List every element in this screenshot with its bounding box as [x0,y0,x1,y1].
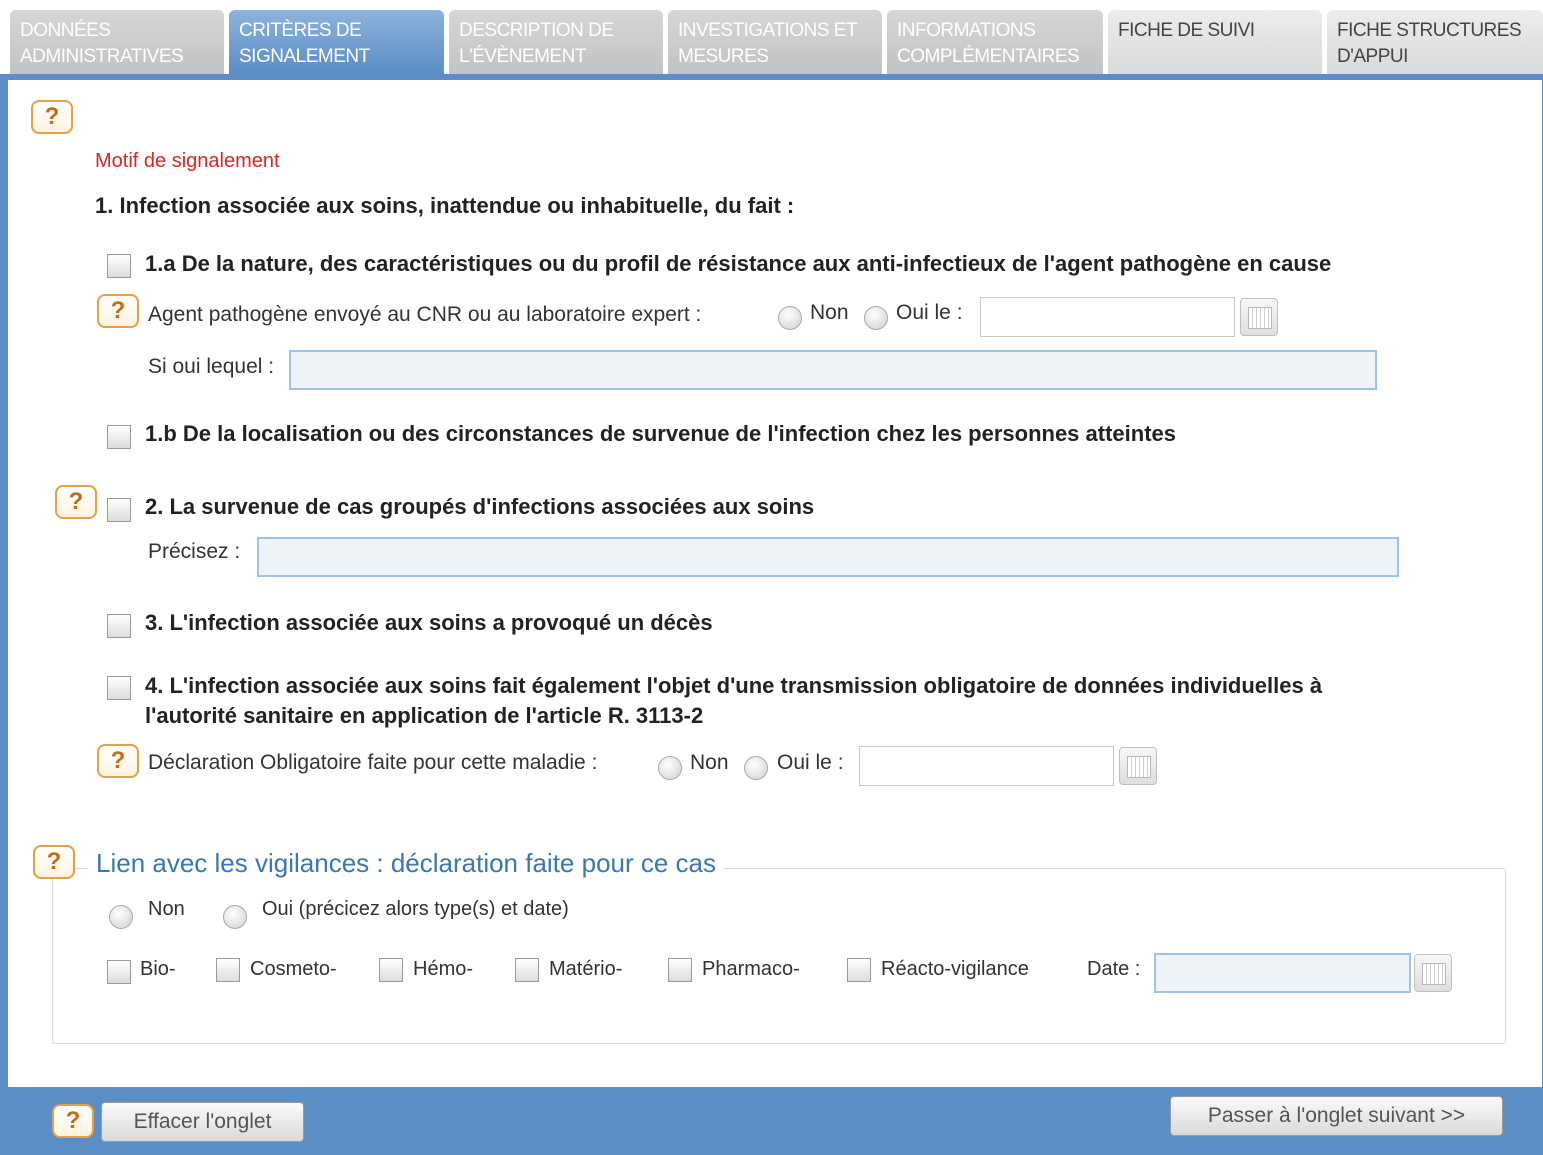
help-button-footer[interactable]: ? [52,1104,94,1138]
agent-oui-radio[interactable] [864,306,888,330]
calendar-icon[interactable] [1119,747,1157,785]
tab-line2: ADMINISTRATIVES [20,46,184,67]
question-1b-label: 1.b De la localisation ou des circonstan… [145,421,1177,446]
tab-line2: COMPLÉMENTAIRES [897,46,1080,67]
calendar-icon[interactable] [1414,954,1452,992]
calendar-icon[interactable] [1240,298,1278,336]
tab-line1: INVESTIGATIONS ET [678,20,858,41]
checkbox-q3[interactable] [107,614,131,638]
tab-line1: FICHE STRUCTURES [1337,20,1522,41]
agent-date-input[interactable] [980,297,1235,337]
do-oui-label: Oui le : [777,751,844,774]
tab-line2: L'ÉVÈNEMENT [459,46,586,67]
tab-description-evenement[interactable]: DESCRIPTION DE L'ÉVÈNEMENT [449,10,663,74]
vigilance-non-radio[interactable] [109,905,133,929]
tab-line1: INFORMATIONS [897,20,1036,41]
tab-fiche-structures-appui[interactable]: FICHE STRUCTURES D'APPUI [1327,10,1543,74]
checkbox-materio[interactable] [515,958,539,982]
agent-non-radio[interactable] [778,306,802,330]
tab-line1: CRITÈRES DE [239,20,362,41]
checkbox-reacto[interactable] [847,958,871,982]
do-label: Déclaration Obligatoire faite pour cette… [148,751,598,774]
type-reacto-label: Réacto-vigilance [881,958,1029,980]
help-button-vigilances[interactable]: ? [33,845,75,879]
next-tab-button[interactable]: Passer à l'onglet suivant >> [1170,1096,1503,1136]
help-button-q2[interactable]: ? [55,485,97,519]
type-hemo-label: Hémo- [413,958,474,980]
precisez-label: Précisez : [148,540,241,563]
type-materio-label: Matério- [549,958,623,980]
do-oui-radio[interactable] [744,756,768,780]
checkbox-hemo[interactable] [379,958,403,982]
clear-tab-button[interactable]: Effacer l'onglet [101,1102,304,1142]
tab-line2: D'APPUI [1337,46,1408,67]
checkbox-q4[interactable] [107,676,131,700]
agent-label: Agent pathogène envoyé au CNR ou au labo… [148,303,702,326]
do-date-input[interactable] [859,746,1114,786]
question-4-line1: 4. L'infection associée aux soins fait é… [145,673,1323,698]
question-2-label: 2. La survenue de cas groupés d'infectio… [145,494,815,519]
tab-line2: SIGNALEMENT [239,46,370,67]
question-1-title: 1. Infection associée aux soins, inatten… [95,193,795,218]
tab-donnees-administratives[interactable]: DONNÉES ADMINISTRATIVES [10,10,224,74]
tab-criteres-de-signalement[interactable]: CRITÈRES DE SIGNALEMENT [229,10,444,74]
question-1a-label: 1.a De la nature, des caractéristiques o… [145,251,1332,276]
type-bio-label: Bio- [140,958,176,980]
tab-investigations-mesures[interactable]: INVESTIGATIONS ET MESURES [668,10,882,74]
type-pharmaco-label: Pharmaco- [702,958,800,980]
help-button-do[interactable]: ? [97,744,139,778]
tab-fiche-de-suivi[interactable]: FICHE DE SUIVI [1108,10,1322,74]
tab-bar: DONNÉES ADMINISTRATIVES CRITÈRES DE SIGN… [0,0,1543,80]
vigilance-oui-radio[interactable] [223,905,247,929]
question-3-label: 3. L'infection associée aux soins a prov… [145,610,713,635]
si-oui-label: Si oui lequel : [148,355,275,378]
motif-label: Motif de signalement [95,150,280,172]
checkbox-cosmeto[interactable] [216,958,240,982]
tab-line2: MESURES [678,46,769,67]
checkbox-1b[interactable] [107,425,131,449]
help-button-page[interactable]: ? [31,100,73,134]
tab-line1: FICHE DE SUIVI [1118,20,1255,41]
do-non-label: Non [690,751,729,774]
tab-line1: DESCRIPTION DE [459,20,614,41]
vigilances-title: Lien avec les vigilances : déclaration f… [88,848,725,879]
si-oui-lequel-input[interactable] [289,350,1377,390]
type-cosmeto-label: Cosmeto- [250,958,337,980]
checkbox-q2[interactable] [107,498,131,522]
tab-line1: DONNÉES [20,20,111,41]
agent-non-label: Non [810,301,849,324]
checkbox-bio[interactable] [107,960,131,984]
do-non-radio[interactable] [658,756,682,780]
help-button-agent[interactable]: ? [97,294,139,328]
precisez-input[interactable] [257,537,1399,577]
question-4-line2: l'autorité sanitaire en application de l… [145,703,704,728]
vigilance-oui-label: Oui (précicez alors type(s) et date) [262,898,569,920]
agent-oui-label: Oui le : [896,301,963,324]
checkbox-1a[interactable] [107,254,131,278]
checkbox-pharmaco[interactable] [668,958,692,982]
vigilance-date-input[interactable] [1154,953,1411,993]
vigilance-non-label: Non [148,898,185,920]
vigilance-date-label: Date : [1087,958,1141,980]
tab-informations-complementaires[interactable]: INFORMATIONS COMPLÉMENTAIRES [887,10,1103,74]
